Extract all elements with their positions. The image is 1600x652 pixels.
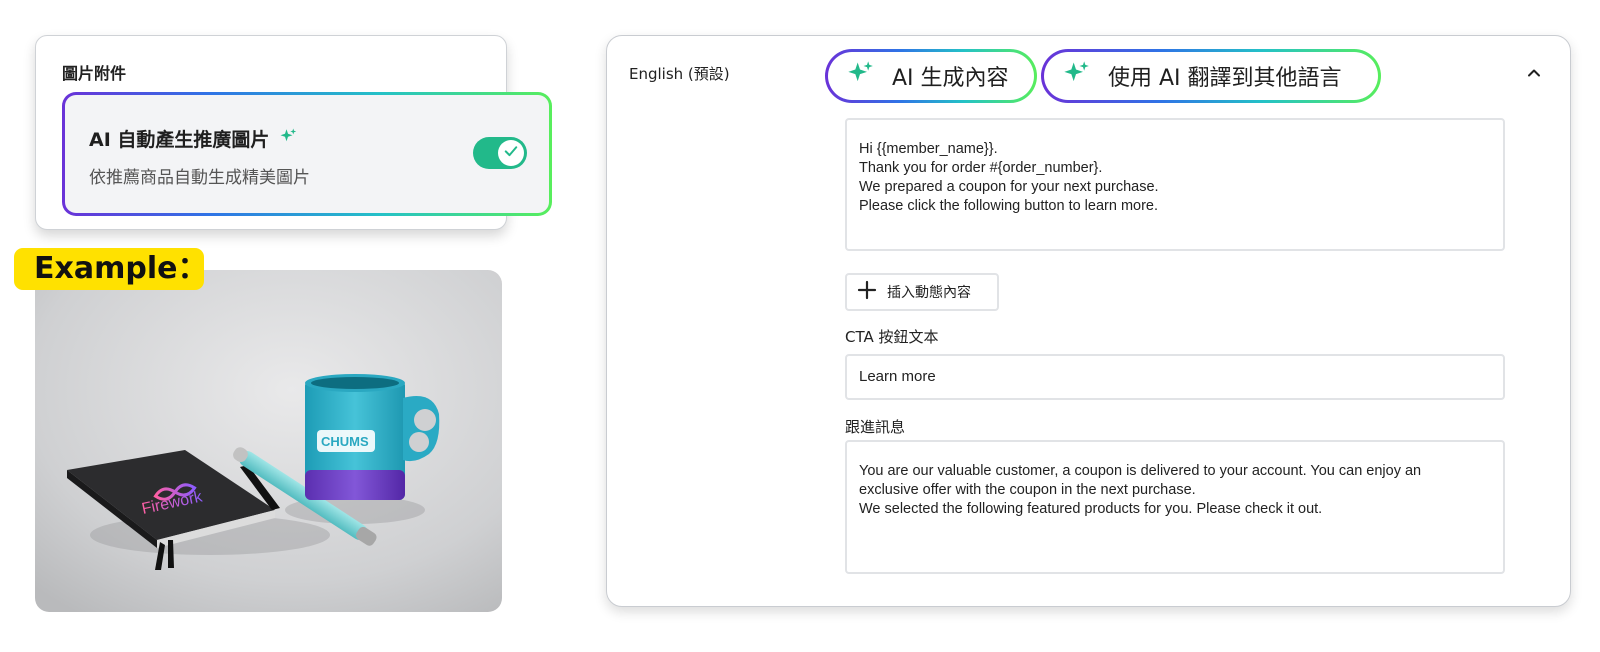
- ai-image-heading-text: AI 自動產生推廣圖片: [89, 129, 270, 151]
- message-line: Thank you for order #{order_number}.: [859, 160, 1103, 176]
- followup-line: We selected the following featured produ…: [859, 501, 1323, 517]
- ai-image-heading: AI 自動產生推廣圖片: [89, 125, 297, 152]
- message-line: We prepared a coupon for your next purch…: [859, 179, 1159, 195]
- followup-line: You are our valuable customer, a coupon …: [859, 463, 1422, 479]
- followup-line: exclusive offer with the coupon in the n…: [859, 482, 1196, 498]
- cta-label: CTA 按鈕文本: [845, 328, 939, 346]
- sparkle-icon: [279, 127, 297, 150]
- message-line: Hi {{member_name}}.: [859, 141, 998, 157]
- sparkle-icon: [846, 59, 874, 93]
- attachment-title: 圖片附件: [62, 64, 127, 83]
- ai-generate-button-inner: AI 生成內容: [828, 52, 1034, 100]
- ai-translate-button[interactable]: 使用 AI 翻譯到其他語言: [1041, 49, 1381, 103]
- ai-translate-label: 使用 AI 翻譯到其他語言: [1108, 66, 1342, 91]
- followup-textarea[interactable]: You are our valuable customer, a coupon …: [845, 440, 1505, 574]
- message-editor-card: English (預設) AI 生成內容 使用 AI 翻譯到其他語言 Hi {{…: [606, 35, 1571, 607]
- example-label: Example：: [14, 248, 207, 290]
- ai-image-option: AI 自動產生推廣圖片 依推薦商品自動生成精美圖片: [62, 92, 552, 216]
- ai-generate-button[interactable]: AI 生成內容: [825, 49, 1037, 103]
- toggle-knob: [498, 140, 524, 166]
- ai-translate-button-inner: 使用 AI 翻譯到其他語言: [1044, 52, 1378, 100]
- chevron-up-icon: [1526, 65, 1542, 85]
- ai-generate-label: AI 生成內容: [892, 66, 1009, 91]
- svg-text:CHUMS: CHUMS: [321, 434, 369, 449]
- language-label: English (預設): [629, 65, 730, 83]
- message-textarea[interactable]: Hi {{member_name}}. Thank you for order …: [845, 118, 1505, 251]
- insert-dynamic-label: 插入動態內容: [887, 285, 971, 301]
- sparkle-icon: [1062, 59, 1090, 93]
- ai-image-description: 依推薦商品自動生成精美圖片: [89, 168, 310, 188]
- ai-image-option-body: AI 自動產生推廣圖片 依推薦商品自動生成精美圖片: [65, 95, 549, 213]
- collapse-button[interactable]: [1522, 63, 1546, 87]
- plus-icon: [857, 280, 877, 304]
- followup-label: 跟進訊息: [845, 418, 906, 436]
- example-product-photo: Firework CHUMS: [35, 270, 502, 612]
- ai-image-toggle[interactable]: [473, 137, 527, 169]
- message-line: Please click the following button to lea…: [859, 198, 1159, 214]
- check-icon: [502, 142, 520, 164]
- cta-input[interactable]: Learn more: [845, 354, 1505, 400]
- insert-dynamic-content-button[interactable]: 插入動態內容: [845, 273, 999, 311]
